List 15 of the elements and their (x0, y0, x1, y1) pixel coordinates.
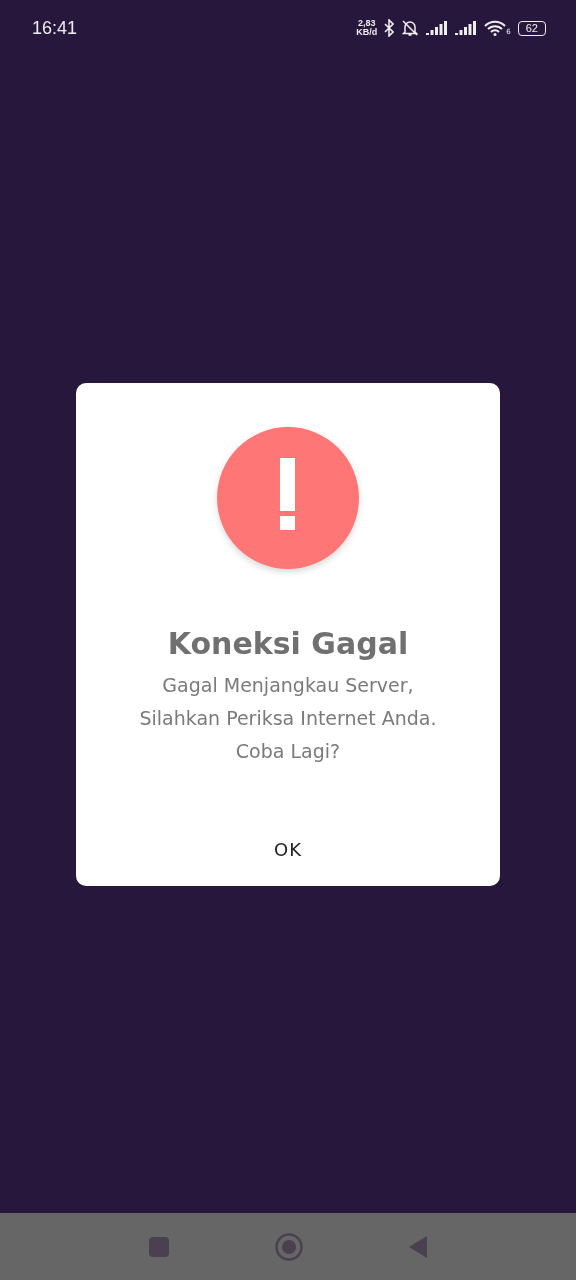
signal-icon (455, 21, 478, 35)
back-icon[interactable] (408, 1234, 428, 1259)
wifi-icon (484, 20, 507, 36)
home-icon[interactable] (275, 1232, 303, 1261)
signal-icon (426, 21, 449, 35)
dialog-message: Gagal Menjangkau Server, Silahkan Periksa Internet Anda. Coba Lagi? (138, 673, 438, 764)
status-time: 16:41 (32, 17, 78, 39)
muted-bell-icon (401, 19, 420, 37)
ok-button[interactable]: OK (258, 831, 318, 868)
network-speed: 2,83 KB/d (356, 19, 378, 37)
recent-apps-icon[interactable] (148, 1235, 170, 1258)
warning-icon (216, 426, 360, 570)
battery-level: 62 (517, 20, 546, 36)
bluetooth-icon (384, 19, 395, 37)
dialog-title: Koneksi Gagal (167, 626, 409, 661)
